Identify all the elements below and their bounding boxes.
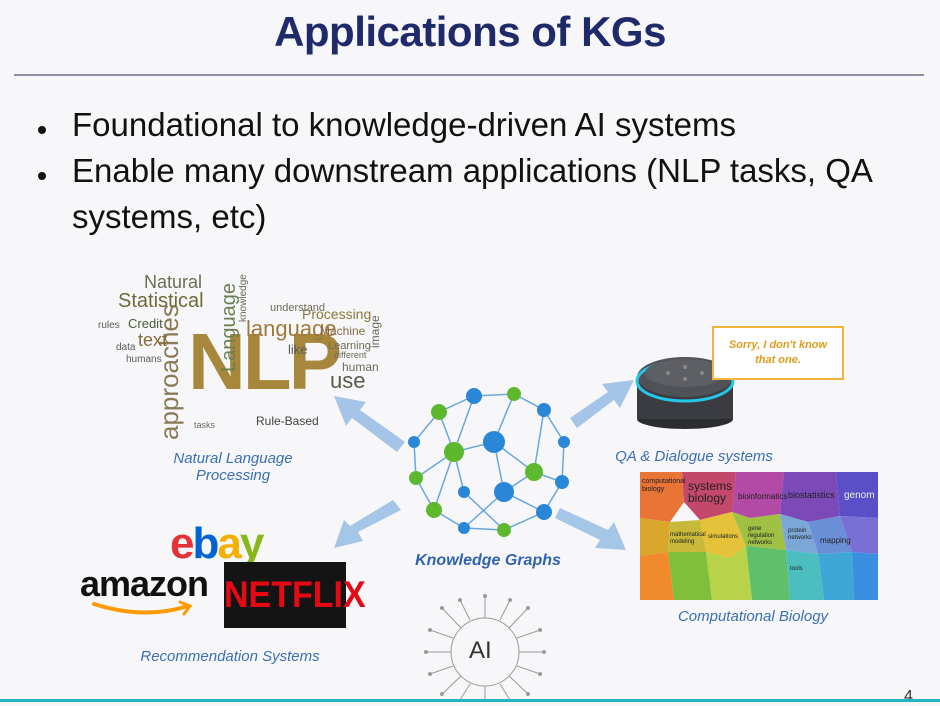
kg-node <box>558 436 570 448</box>
bullet-item: Foundational to knowledge-driven AI syst… <box>36 102 926 148</box>
kg-node <box>444 442 464 462</box>
word-statistical: Statistical <box>118 290 204 312</box>
kg-caption: Knowledge Graphs <box>415 552 561 569</box>
ai-label: AI <box>469 637 492 664</box>
word-text: text <box>138 330 168 350</box>
kg-node <box>507 387 521 401</box>
word-machine: Machine <box>320 324 366 338</box>
speech-bubble: Sorry, I don't know that one. <box>712 326 844 380</box>
bio-cell-label: genom <box>844 490 875 501</box>
ebay-letter: e <box>170 519 195 568</box>
bullet-list: Foundational to knowledge-driven AI syst… <box>36 102 926 240</box>
bullet-item: Enable many downstream applications (NLP… <box>36 148 926 240</box>
word-rules: rules <box>98 320 120 331</box>
bio-cell-label: biostatistics <box>788 490 835 500</box>
kg-node <box>537 403 551 417</box>
word-human: human <box>342 360 379 374</box>
bubble-line1: Sorry, I don't know <box>728 339 828 351</box>
bio-cell-label: computational biology <box>642 478 686 493</box>
kg-node <box>494 482 514 502</box>
recommendation-caption: Recommendation Systems <box>140 648 320 665</box>
word-image: image <box>368 315 382 348</box>
bio-cell-label: bioinformatics <box>738 492 788 501</box>
knowledge-graph-icon <box>408 387 570 537</box>
word-like: like <box>288 342 308 357</box>
amazon-wordmark: amazon <box>80 563 209 604</box>
word-natural: Natural <box>144 272 203 292</box>
word-rule-based: Rule-Based <box>256 414 319 428</box>
biology-caption: Computational Biology <box>677 608 829 625</box>
bio-cell-label: mathematical modeling <box>670 532 706 545</box>
nlp-caption: Natural Language Processing <box>150 450 316 484</box>
word-credit: Credit <box>128 316 163 331</box>
ebay-logo: ebay <box>170 519 265 568</box>
nlp-caption-line1: Natural Language <box>173 450 293 467</box>
netflix-logo: NETFLIX <box>224 562 366 628</box>
nlp-word-cloud: NLP approaches Language Statistical Natu… <box>98 262 398 442</box>
biology-voronoi-map: computational biology systems biology bi… <box>640 472 878 600</box>
page-number: 4 <box>904 688 913 705</box>
slide: Applications of KGs Foundational to know… <box>0 0 940 705</box>
bubble-line2: that one. <box>755 354 801 366</box>
bio-cell-label: systems biology <box>688 479 733 505</box>
word-knowledge: knowledge <box>238 274 249 322</box>
arrow-to-recommendation <box>334 500 401 548</box>
kg-node <box>555 475 569 489</box>
slide-title: Applications of KGs <box>274 8 666 55</box>
amazon-logo: amazon <box>80 563 209 604</box>
amazon-smile-icon <box>92 600 193 616</box>
kg-node <box>458 486 470 498</box>
ebay-letter: a <box>217 519 242 568</box>
kg-node <box>431 404 447 420</box>
word-data: data <box>116 342 136 353</box>
bio-cell-label: protein networks <box>788 528 813 541</box>
word-humans: humans <box>126 354 162 365</box>
bio-cell-label: mapping <box>820 536 851 545</box>
kg-node <box>536 504 552 520</box>
kg-node <box>409 471 423 485</box>
kg-node <box>458 522 470 534</box>
word-understand: understand <box>270 302 326 314</box>
ebay-letter: y <box>239 519 265 568</box>
kg-node <box>497 523 511 537</box>
word-tasks: tasks <box>194 420 216 430</box>
word-different: different <box>334 350 367 360</box>
bio-cell-label: gene regulation networks <box>748 526 775 546</box>
bio-cell-label: tools <box>790 566 803 572</box>
ebay-letter: b <box>192 519 219 568</box>
kg-node <box>426 502 442 518</box>
kg-node <box>483 431 505 453</box>
bio-cell-label: simulations <box>708 534 739 540</box>
nlp-caption-line2: Processing <box>195 467 271 484</box>
kg-node <box>466 388 482 404</box>
qa-caption: QA & Dialogue systems <box>615 448 773 465</box>
kg-node <box>408 436 420 448</box>
title-divider <box>14 74 924 76</box>
kg-node <box>525 463 543 481</box>
